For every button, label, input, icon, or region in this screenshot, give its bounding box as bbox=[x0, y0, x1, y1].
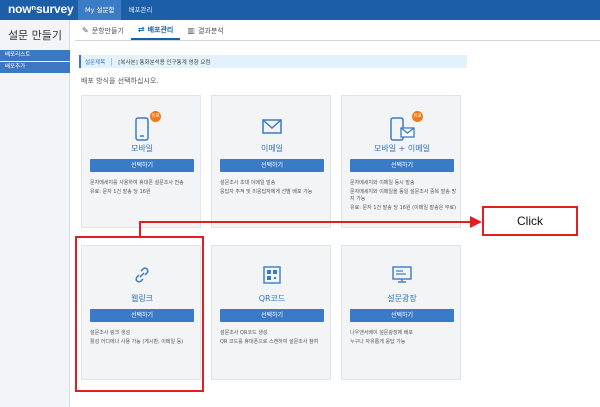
tab-label: 문항만들기 bbox=[91, 27, 124, 35]
card-mobile-email[interactable]: 유료 모바일 + 이메일 선택하기 문자메세지와 이메일 동시 발송 문자메세지… bbox=[341, 95, 461, 228]
card-title: 모바일 + 이메일 bbox=[374, 144, 430, 153]
qr-code-icon bbox=[212, 265, 332, 289]
nav-distribution[interactable]: 배포관리 bbox=[121, 0, 159, 20]
pencil-icon: ✎ bbox=[82, 26, 89, 35]
top-nav: My 설문함 배포관리 bbox=[78, 0, 159, 20]
sidebar-item-add-distribution[interactable]: 배포추가 bbox=[0, 62, 70, 73]
desc-line: 나우앤서베이 설문광장에 배포 bbox=[350, 330, 413, 336]
click-callout: Click bbox=[482, 206, 578, 236]
card-title: 설문광장 bbox=[387, 294, 417, 303]
mobile-icon bbox=[82, 116, 202, 146]
nav-my-surveys[interactable]: My 설문함 bbox=[78, 0, 122, 20]
card-description: 설문조사 QR코드 생성 QR 코드를 휴대폰으로 스캔하여 설문조사 참여 bbox=[220, 330, 328, 348]
desc-line: 설문조사 초대 이메일 발송 bbox=[220, 180, 276, 186]
survey-square-icon bbox=[342, 265, 462, 289]
tab-label: 배포관리 bbox=[147, 26, 174, 34]
sidebar-item-distribution-list[interactable]: 배포리스트 bbox=[0, 50, 70, 61]
paid-badge: 유료 bbox=[150, 111, 161, 122]
email-icon bbox=[212, 118, 332, 140]
select-qr-code-button[interactable]: 선택하기 bbox=[220, 309, 324, 322]
select-mobile-button[interactable]: 선택하기 bbox=[90, 159, 194, 172]
desc-line: 누구나 자유롭게 응답 가능 bbox=[350, 339, 406, 345]
desc-line: 문자메세지와 이메일을 동일 설문조사 중복 발송 방지 가능 bbox=[350, 189, 457, 202]
tab-question-builder[interactable]: ✎ 문항만들기 bbox=[75, 22, 131, 40]
card-description: 설문조사 초대 이메일 발송 응답자 추적 및 미응답자에게 선별 배포 가능 bbox=[220, 180, 328, 198]
tab-bar: ✎ 문항만들기 ⇄ 배포관리 ▥ 결과분석 bbox=[75, 22, 600, 41]
mobile-email-icon bbox=[342, 116, 462, 146]
survey-title-bar: 설문제목 [복사본] 통화분석용 인구통계 영향 요컴 bbox=[79, 55, 467, 68]
highlight-box bbox=[75, 236, 204, 392]
card-email[interactable]: 이메일 선택하기 설문조사 초대 이메일 발송 응답자 추적 및 미응답자에게 … bbox=[211, 95, 331, 228]
select-mobile-email-button[interactable]: 선택하기 bbox=[350, 159, 454, 172]
card-description: 나우앤서베이 설문광장에 배포 누구나 자유롭게 응답 가능 bbox=[350, 330, 458, 348]
desc-line: QR 코드를 휴대폰으로 스캔하여 설문조사 참여 bbox=[220, 339, 319, 345]
desc-line: 유료: 문자 1건 발송 당 16원 bbox=[90, 189, 151, 195]
card-description: 문자메세지를 사용하여 휴대폰 설문조사 전송 유료: 문자 1건 발송 당 1… bbox=[90, 180, 198, 198]
desc-line: 유료: 문자 1건 발송 당 16원 (이메일 발송은 무료) bbox=[350, 204, 457, 211]
paid-badge: 유료 bbox=[412, 111, 423, 122]
desc-line: 문자메세지를 사용하여 휴대폰 설문조사 전송 bbox=[90, 180, 184, 186]
desc-line: 문자메세지와 이메일 동시 발송 bbox=[350, 180, 415, 186]
app-logo[interactable]: nowⁿsurvey bbox=[8, 2, 74, 18]
card-title: QR코드 bbox=[258, 294, 286, 303]
tab-results[interactable]: ▥ 결과분석 bbox=[180, 22, 230, 40]
tab-distribution[interactable]: ⇄ 배포관리 bbox=[130, 22, 181, 40]
instruction-text: 배포 방식을 선택하십시오. bbox=[81, 77, 159, 85]
survey-title: [복사본] 통화분석용 인구통계 영향 요컴 bbox=[118, 59, 211, 66]
sidebar-title: 설문 만들기 bbox=[7, 29, 63, 42]
desc-line: 설문조사 QR코드 생성 bbox=[220, 330, 268, 336]
select-email-button[interactable]: 선택하기 bbox=[220, 159, 324, 172]
card-title: 모바일 bbox=[130, 144, 154, 153]
tab-label: 결과분석 bbox=[197, 27, 224, 35]
survey-title-label: 설문제목 bbox=[81, 57, 113, 66]
select-survey-square-button[interactable]: 선택하기 bbox=[350, 309, 454, 322]
card-title: 이메일 bbox=[260, 144, 284, 153]
chart-icon: ▥ bbox=[187, 26, 195, 35]
sidebar: 설문 만들기 배포리스트 배포추가 bbox=[0, 20, 70, 407]
card-survey-square[interactable]: 설문광장 선택하기 나우앤서베이 설문광장에 배포 누구나 자유롭게 응답 가능 bbox=[341, 245, 461, 380]
card-qr-code[interactable]: QR코드 선택하기 설문조사 QR코드 생성 QR 코드를 휴대폰으로 스캔하여… bbox=[211, 245, 331, 380]
card-description: 문자메세지와 이메일 동시 발송 문자메세지와 이메일을 동일 설문조사 중복 … bbox=[350, 180, 458, 214]
desc-line: 응답자 추적 및 미응답자에게 선별 배포 가능 bbox=[220, 189, 313, 195]
top-bar: nowⁿsurvey My 설문함 배포관리 bbox=[0, 0, 600, 20]
share-icon: ⇄ bbox=[137, 25, 145, 34]
card-mobile[interactable]: 유료 모바일 선택하기 문자메세지를 사용하여 휴대폰 설문조사 전송 유료: … bbox=[81, 95, 201, 228]
